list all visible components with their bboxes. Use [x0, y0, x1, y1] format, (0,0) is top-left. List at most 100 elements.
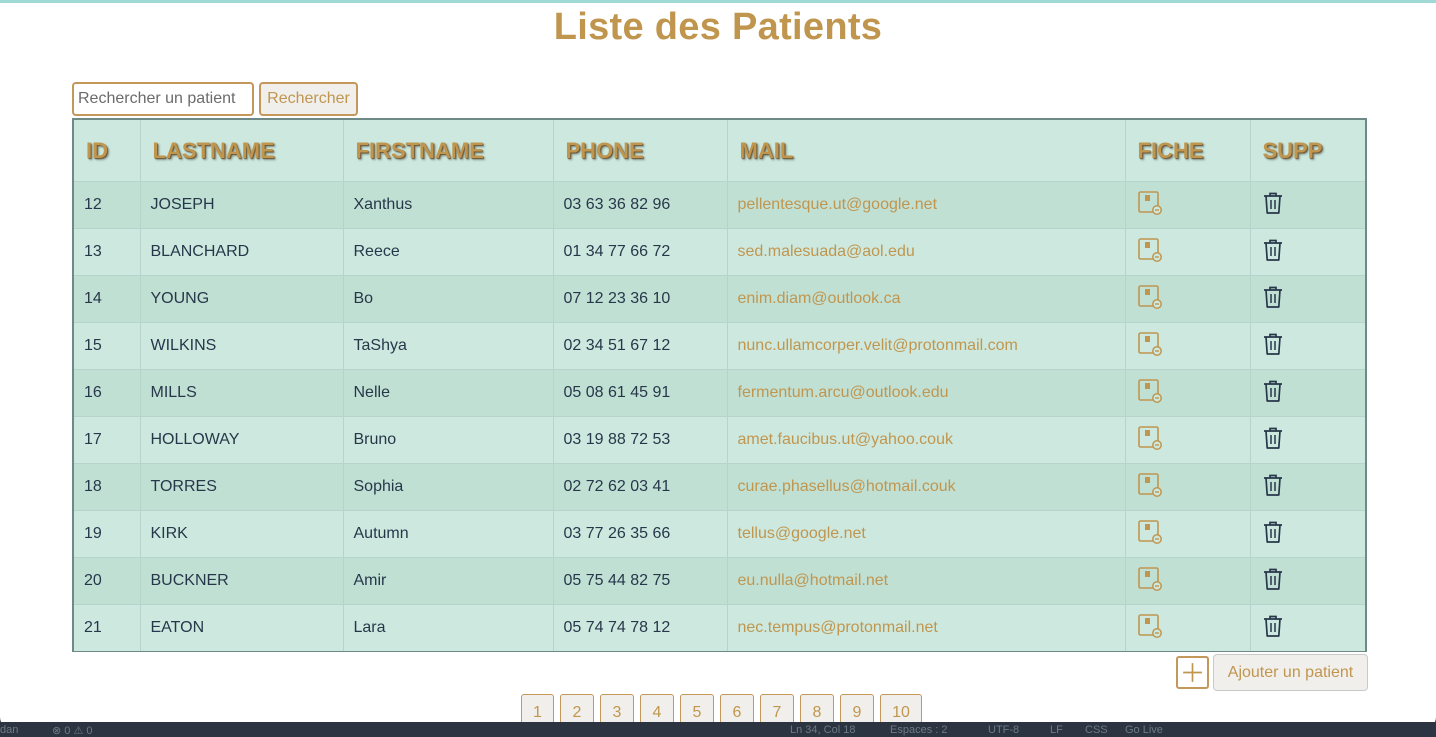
- search-button[interactable]: Rechercher: [259, 82, 358, 116]
- cell-phone: 03 19 88 72 53: [553, 416, 728, 464]
- cell-lastname: JOSEPH: [140, 181, 344, 229]
- cell-fiche: [1125, 510, 1251, 558]
- cell-mail[interactable]: eu.nulla@hotmail.net: [727, 557, 1126, 605]
- cell-mail[interactable]: nec.tempus@protonmail.net: [727, 604, 1126, 651]
- table-row: 16 MILLS Nelle 05 08 61 45 91 fermentum.arcu…: [74, 369, 1365, 417]
- trash-icon[interactable]: [1261, 613, 1285, 644]
- cell-supp: [1250, 228, 1365, 276]
- cell-id: 20: [74, 557, 141, 605]
- cell-mail[interactable]: pellentesque.ut@google.net: [727, 181, 1126, 229]
- cell-phone: 05 74 74 78 12: [553, 604, 728, 651]
- plus-icon: [1183, 663, 1202, 682]
- add-patient-icon-button[interactable]: [1176, 656, 1209, 689]
- table-row: 21 EATON Lara 05 74 74 78 12 nec.tempus@prot…: [74, 604, 1365, 651]
- table-row: 13 BLANCHARD Reece 01 34 77 66 72 sed.malesu…: [74, 228, 1365, 276]
- cell-mail[interactable]: fermentum.arcu@outlook.edu: [727, 369, 1126, 417]
- patient-file-icon[interactable]: [1136, 283, 1164, 316]
- cell-phone: 03 63 36 82 96: [553, 181, 728, 229]
- cell-firstname: Amir: [343, 557, 554, 605]
- table-header-row: ID LASTNAME FIRSTNAME PHONE MAIL FICHE S…: [74, 120, 1365, 182]
- cell-id: 19: [74, 510, 141, 558]
- cell-firstname: Reece: [343, 228, 554, 276]
- cell-mail[interactable]: enim.diam@outlook.ca: [727, 275, 1126, 323]
- background-status-bar: dan ⊗ 0 ⚠ 0 Ln 34, Col 18 Espaces : 2 UT…: [0, 722, 1436, 737]
- app-window: Liste des Patients Rechercher ID LASTNAM…: [0, 0, 1436, 731]
- cell-firstname: Xanthus: [343, 181, 554, 229]
- patient-file-icon[interactable]: [1136, 612, 1164, 645]
- cell-phone: 02 34 51 67 12: [553, 322, 728, 370]
- table-row: 18 TORRES Sophia 02 72 62 03 41 curae.phasel…: [74, 463, 1365, 511]
- cell-supp: [1250, 275, 1365, 323]
- cell-phone: 05 08 61 45 91: [553, 369, 728, 417]
- cell-supp: [1250, 181, 1365, 229]
- trash-icon[interactable]: [1261, 190, 1285, 221]
- cell-firstname: Nelle: [343, 369, 554, 417]
- table-row: 20 BUCKNER Amir 05 75 44 82 75 eu.nulla@hotm…: [74, 557, 1365, 605]
- col-header-firstname: FIRSTNAME: [343, 120, 554, 182]
- trash-icon[interactable]: [1261, 566, 1285, 597]
- table-row: 12 JOSEPH Xanthus 03 63 36 82 96 pellentesqu…: [74, 181, 1365, 229]
- col-header-lastname: LASTNAME: [140, 120, 344, 182]
- cell-supp: [1250, 510, 1365, 558]
- cell-fiche: [1125, 463, 1251, 511]
- cell-firstname: Autumn: [343, 510, 554, 558]
- cell-lastname: HOLLOWAY: [140, 416, 344, 464]
- trash-icon[interactable]: [1261, 425, 1285, 456]
- trash-icon[interactable]: [1261, 519, 1285, 550]
- cell-fiche: [1125, 275, 1251, 323]
- cell-mail[interactable]: amet.faucibus.ut@yahoo.couk: [727, 416, 1126, 464]
- cell-firstname: Bo: [343, 275, 554, 323]
- cell-lastname: BUCKNER: [140, 557, 344, 605]
- table-row: 19 KIRK Autumn 03 77 26 35 66 tellus@google.…: [74, 510, 1365, 558]
- col-header-supp: SUPP: [1250, 120, 1365, 182]
- cell-supp: [1250, 322, 1365, 370]
- cell-phone: 03 77 26 35 66: [553, 510, 728, 558]
- table-row: 15 WILKINS TaShya 02 34 51 67 12 nunc.ullamc…: [74, 322, 1365, 370]
- add-patient-button[interactable]: Ajouter un patient: [1213, 654, 1368, 691]
- cell-fiche: [1125, 322, 1251, 370]
- cell-id: 13: [74, 228, 141, 276]
- patient-file-icon[interactable]: [1136, 424, 1164, 457]
- page-title: Liste des Patients: [553, 6, 883, 48]
- cell-lastname: KIRK: [140, 510, 344, 558]
- cell-phone: 01 34 77 66 72: [553, 228, 728, 276]
- cell-firstname: TaShya: [343, 322, 554, 370]
- trash-icon[interactable]: [1261, 284, 1285, 315]
- patient-file-icon[interactable]: [1136, 377, 1164, 410]
- cell-id: 21: [74, 604, 141, 651]
- cell-id: 18: [74, 463, 141, 511]
- cell-lastname: WILKINS: [140, 322, 344, 370]
- top-border: [0, 0, 1436, 3]
- cell-supp: [1250, 369, 1365, 417]
- table-row: 14 YOUNG Bo 07 12 23 36 10 enim.diam@outlook…: [74, 275, 1365, 323]
- trash-icon[interactable]: [1261, 378, 1285, 409]
- cell-fiche: [1125, 228, 1251, 276]
- search-input[interactable]: [72, 82, 254, 116]
- cell-id: 17: [74, 416, 141, 464]
- patient-file-icon[interactable]: [1136, 565, 1164, 598]
- col-header-fiche: FICHE: [1125, 120, 1251, 182]
- patient-file-icon[interactable]: [1136, 471, 1164, 504]
- cell-id: 12: [74, 181, 141, 229]
- cell-supp: [1250, 557, 1365, 605]
- patient-file-icon[interactable]: [1136, 518, 1164, 551]
- cell-firstname: Lara: [343, 604, 554, 651]
- trash-icon[interactable]: [1261, 331, 1285, 362]
- cell-phone: 02 72 62 03 41: [553, 463, 728, 511]
- trash-icon[interactable]: [1261, 472, 1285, 503]
- cell-id: 14: [74, 275, 141, 323]
- cell-mail[interactable]: curae.phasellus@hotmail.couk: [727, 463, 1126, 511]
- patient-file-icon[interactable]: [1136, 330, 1164, 363]
- cell-fiche: [1125, 416, 1251, 464]
- patient-file-icon[interactable]: [1136, 236, 1164, 269]
- cell-mail[interactable]: sed.malesuada@aol.edu: [727, 228, 1126, 276]
- trash-icon[interactable]: [1261, 237, 1285, 268]
- patient-file-icon[interactable]: [1136, 189, 1164, 222]
- cell-fiche: [1125, 369, 1251, 417]
- cell-phone: 07 12 23 36 10: [553, 275, 728, 323]
- col-header-mail: MAIL: [727, 120, 1126, 182]
- col-header-id: ID: [74, 120, 141, 182]
- cell-mail[interactable]: tellus@google.net: [727, 510, 1126, 558]
- cell-mail[interactable]: nunc.ullamcorper.velit@protonmail.com: [727, 322, 1126, 370]
- patients-table: ID LASTNAME FIRSTNAME PHONE MAIL FICHE S…: [72, 118, 1367, 652]
